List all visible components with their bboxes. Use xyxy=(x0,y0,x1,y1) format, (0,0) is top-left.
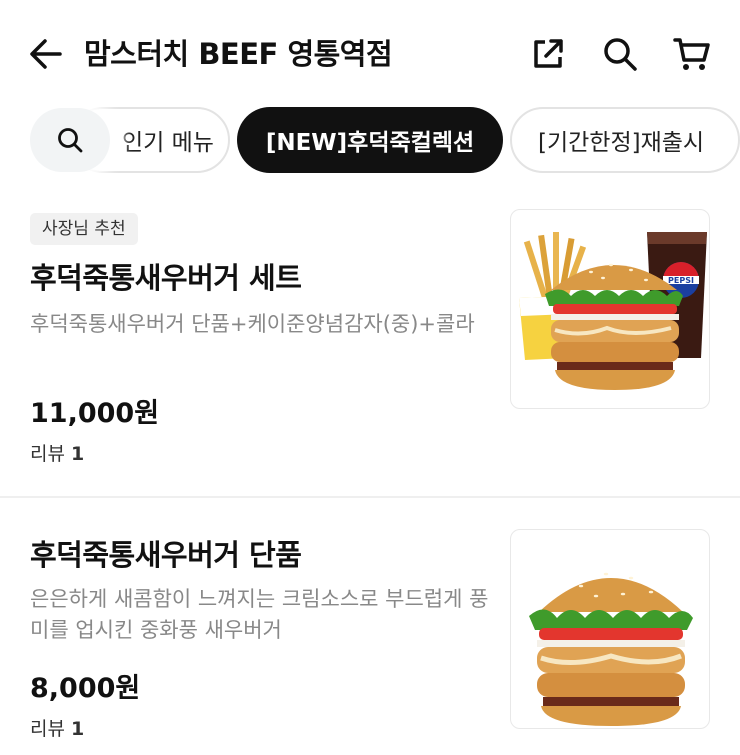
tab-label: [NEW]후덕죽컬렉션 xyxy=(265,130,475,156)
share-icon xyxy=(534,39,563,68)
burger-set-illustration: PEPSI xyxy=(519,232,707,390)
menu-item-name: 후덕죽통새우버거 단품 xyxy=(30,538,302,572)
cart-button[interactable] xyxy=(670,32,714,76)
review-label: 리뷰 xyxy=(30,443,65,465)
recommend-badge: 사장님 추천 xyxy=(30,213,138,245)
menu-item[interactable]: 후덕죽통새우버거 단품 은은하게 새콤함이 느껴지는 크림소스로 부드럽게 풍미… xyxy=(0,498,740,755)
review-number: 1 xyxy=(71,718,85,740)
page-title: 맘스터치 BEEF 영통역점 xyxy=(84,37,393,71)
search-icon xyxy=(604,38,637,71)
burger-set-image: PEPSI xyxy=(510,209,710,409)
cart-icon xyxy=(673,38,710,70)
menu-search-button[interactable] xyxy=(30,108,110,172)
menu-item-price: 11,000원 xyxy=(30,398,160,429)
review-count: 리뷰 1 xyxy=(30,439,84,466)
menu-item-description: 후덕죽통새우버거 단품+케이준양념감자(중)+콜라 xyxy=(30,312,475,336)
arrow-left-icon xyxy=(30,39,62,69)
menu-item[interactable]: 사장님 추천 후덕죽통새우버거 세트 후덕죽통새우버거 단품+케이준양념감자(중… xyxy=(0,195,740,497)
burger xyxy=(545,263,683,390)
search-button[interactable] xyxy=(598,32,642,76)
review-label: 리뷰 xyxy=(30,718,65,740)
category-tabs: 인기 메뉴 [NEW]후덕죽컬렉션 [기간한정]재출시 xyxy=(0,107,740,175)
burger-illustration xyxy=(529,572,693,726)
menu-item-description: 은은하게 새콤함이 느껴지는 크림소스로 부드럽게 풍미를 업시킨 중화풍 새우… xyxy=(30,587,489,642)
review-count: 리뷰 1 xyxy=(30,714,84,741)
tab-label: 인기 메뉴 xyxy=(122,130,214,156)
tab-limited-rerelease[interactable]: [기간한정]재출시 xyxy=(510,107,740,173)
back-button[interactable] xyxy=(26,34,66,74)
tab-new-collection[interactable]: [NEW]후덕죽컬렉션 xyxy=(237,107,503,173)
burger-single-image xyxy=(510,529,710,729)
pepsi-logo-text: PEPSI xyxy=(668,276,694,285)
tab-label: [기간한정]재출시 xyxy=(538,130,705,156)
menu-item-name: 후덕죽통새우버거 세트 xyxy=(30,261,302,295)
search-icon xyxy=(58,128,83,153)
review-number: 1 xyxy=(71,443,85,465)
menu-item-price: 8,000원 xyxy=(30,673,141,704)
share-button[interactable] xyxy=(526,32,570,76)
top-app-bar: 맘스터치 BEEF 영통역점 xyxy=(0,0,740,104)
